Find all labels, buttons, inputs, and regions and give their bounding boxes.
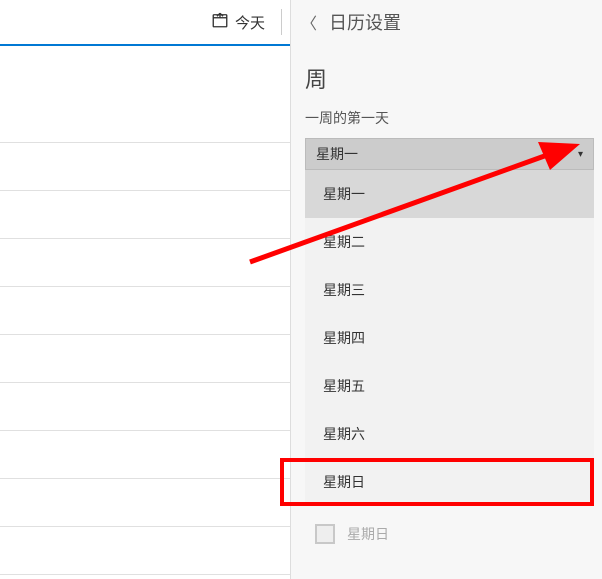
dropdown-item-wednesday[interactable]: 星期三 [305,266,594,314]
sunday-checkbox-row: 星期日 [305,524,389,544]
first-day-label: 一周的第一天 [291,102,602,136]
dropdown-item-saturday[interactable]: 星期六 [305,410,594,458]
dropdown-list: 星期一 星期二 星期三 星期四 星期五 星期六 星期日 [305,170,594,506]
grid-line [0,142,290,143]
grid-line [0,526,290,527]
dropdown-item-sunday[interactable]: 星期日 [305,458,594,506]
panel-title: 日历设置 [329,9,401,35]
grid-line [0,190,290,191]
grid-line [0,574,290,575]
first-day-dropdown[interactable]: 星期一 ▾ 星期一 星期二 星期三 星期四 星期五 星期六 星期日 [305,138,594,506]
dropdown-item-monday[interactable]: 星期一 [305,170,594,218]
dropdown-selected[interactable]: 星期一 ▾ [305,138,594,170]
calendar-toolbar: 今天 [0,0,290,44]
grid-line [0,334,290,335]
grid-line [0,238,290,239]
today-button[interactable]: 今天 [211,11,265,33]
chevron-down-icon: ▾ [578,149,583,160]
toolbar-divider [281,9,282,35]
dropdown-item-friday[interactable]: 星期五 [305,362,594,410]
dropdown-item-tuesday[interactable]: 星期二 [305,218,594,266]
back-chevron-icon[interactable]: 〈 [301,10,317,34]
panel-header: 〈 日历设置 [291,0,602,44]
grid-line [0,430,290,431]
dropdown-selected-text: 星期一 [316,144,358,164]
calendar-today-icon [211,11,229,33]
grid-line [0,286,290,287]
calendar-grid-area: 今天 [0,0,290,579]
sunday-checkbox-label: 星期日 [347,524,389,544]
calendar-header-highlight [0,44,290,46]
sunday-checkbox[interactable] [315,524,335,544]
today-label: 今天 [235,12,265,33]
dropdown-item-thursday[interactable]: 星期四 [305,314,594,362]
grid-line [0,478,290,479]
section-title-week: 周 [291,44,602,102]
grid-line [0,382,290,383]
